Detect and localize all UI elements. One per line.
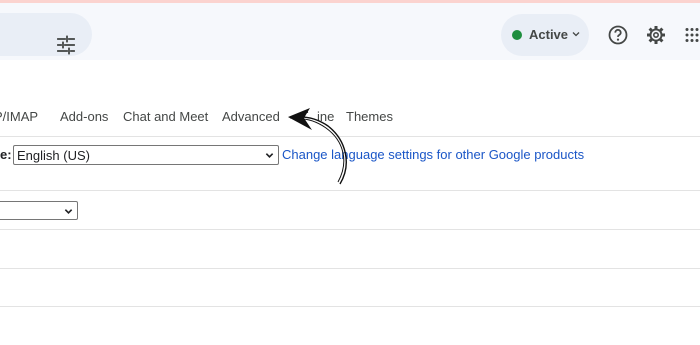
tab-advanced[interactable]: Advanced (222, 109, 280, 124)
help-icon[interactable] (606, 23, 630, 47)
gear-icon[interactable] (644, 23, 668, 47)
tab-chat-and-meet[interactable]: Chat and Meet (123, 109, 208, 124)
language-select[interactable]: English (US) (13, 145, 279, 165)
divider (0, 229, 700, 230)
language-label: e: (0, 147, 12, 162)
divider (0, 306, 700, 307)
status-button[interactable]: Active (501, 14, 589, 56)
chevron-down-icon (64, 209, 73, 214)
language-select-value: English (US) (17, 148, 90, 163)
annotation-arrow-icon (288, 108, 347, 185)
tab-add-ons[interactable]: Add-ons (60, 109, 108, 124)
apps-icon[interactable] (684, 27, 700, 43)
chevron-down-icon (572, 32, 580, 37)
search-bar[interactable] (0, 13, 92, 56)
chevron-down-icon (265, 153, 274, 158)
divider (0, 268, 700, 269)
search-options-icon[interactable] (56, 35, 76, 55)
divider (0, 190, 700, 191)
status-dot (512, 30, 522, 40)
status-label: Active (529, 27, 569, 42)
setting-select[interactable] (0, 201, 78, 220)
tab-pop-imap[interactable]: P/IMAP (0, 109, 38, 124)
app-header: Active (0, 3, 700, 60)
